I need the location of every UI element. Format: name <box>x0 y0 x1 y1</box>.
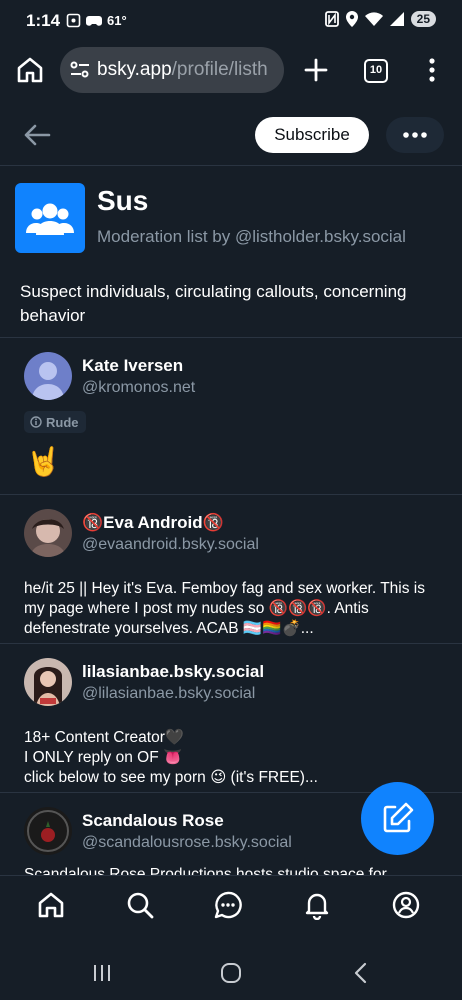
nfc-icon <box>324 11 339 27</box>
user-bio: Scandalous Rose Productions hosts studio… <box>24 866 387 875</box>
list-title: Sus <box>97 185 149 216</box>
compose-icon <box>383 802 414 833</box>
new-tab-icon[interactable] <box>300 54 332 86</box>
url-bar[interactable]: bsky.app/profile/listh <box>60 47 284 93</box>
list-item[interactable]: 🔞Eva Android🔞 @evaandroid.bsky.social he… <box>0 495 462 644</box>
search-icon[interactable] <box>125 890 155 920</box>
avatar[interactable] <box>24 509 72 557</box>
bottom-navigation <box>0 875 462 937</box>
user-bio: he/it 25 || Hey it's Eva. Femboy fag and… <box>24 580 425 637</box>
list-item[interactable]: lilasianbae.bsky.social @lilasianbae.bsk… <box>0 644 462 793</box>
home-button-icon[interactable] <box>219 961 243 985</box>
browser-home-icon[interactable] <box>14 54 46 86</box>
browser-menu-icon[interactable] <box>420 56 444 84</box>
avatar[interactable] <box>24 658 72 706</box>
chat-icon[interactable] <box>213 890 243 920</box>
recent-apps-icon[interactable] <box>90 961 114 985</box>
compose-button[interactable] <box>361 782 434 855</box>
profile-icon[interactable] <box>391 890 421 920</box>
back-button-icon[interactable] <box>349 961 373 985</box>
user-handle: @evaandroid.bsky.social <box>82 536 259 553</box>
home-icon[interactable] <box>36 890 66 920</box>
status-bar: 1:14 61° 25 <box>0 0 462 44</box>
back-arrow-icon[interactable] <box>22 122 52 148</box>
user-name: Kate Iversen <box>82 356 184 375</box>
list-owner[interactable]: Moderation list by @listholder.bsky.soci… <box>97 227 406 247</box>
screenshot-icon <box>66 13 81 28</box>
profile-photo <box>24 509 72 557</box>
list-avatar <box>15 183 85 253</box>
info-icon <box>30 416 42 428</box>
list-description: Suspect individuals, circulating callout… <box>20 282 407 325</box>
tab-switcher-button[interactable]: 10 <box>364 59 388 83</box>
user-bio: 18+ Content Creator🖤 I ONLY reply on OF … <box>24 729 318 786</box>
status-temperature: 61° <box>107 13 127 28</box>
url-text: bsky.app/profile/listh <box>97 59 268 80</box>
moderation-label[interactable]: Rude <box>24 411 86 433</box>
profile-photo <box>24 658 72 706</box>
browser-toolbar: bsky.app/profile/listh 10 <box>0 44 462 96</box>
users-group-icon <box>26 203 74 235</box>
site-settings-icon[interactable] <box>70 60 90 80</box>
user-name: Scandalous Rose <box>82 811 224 830</box>
default-avatar-icon <box>24 352 72 400</box>
user-handle: @scandalousrose.bsky.social <box>82 834 292 851</box>
game-controller-icon <box>86 16 102 26</box>
list-info: Sus Moderation list by @listholder.bsky.… <box>0 167 462 338</box>
signal-icon <box>389 12 404 26</box>
location-icon <box>345 11 358 27</box>
more-options-button[interactable] <box>386 117 444 153</box>
user-name: 🔞Eva Android🔞 <box>82 513 224 532</box>
list-item[interactable]: Kate Iversen @kromonos.net Rude 🤘 <box>0 338 462 495</box>
status-time: 1:14 <box>26 11 61 30</box>
subscribe-button[interactable]: Subscribe <box>255 117 369 153</box>
battery-indicator: 25 <box>410 11 436 27</box>
bell-icon[interactable] <box>302 890 332 920</box>
user-name: lilasianbae.bsky.social <box>82 662 265 681</box>
app-header: Subscribe <box>0 108 462 166</box>
avatar[interactable] <box>24 352 72 400</box>
user-bio: 🤘 <box>26 446 61 477</box>
system-navigation <box>0 937 462 1000</box>
user-handle: @lilasianbae.bsky.social <box>82 685 256 702</box>
wifi-icon <box>364 12 383 26</box>
ellipsis-icon <box>403 132 427 138</box>
avatar[interactable] <box>24 807 72 855</box>
user-handle: @kromonos.net <box>82 379 196 396</box>
profile-photo <box>24 807 72 855</box>
